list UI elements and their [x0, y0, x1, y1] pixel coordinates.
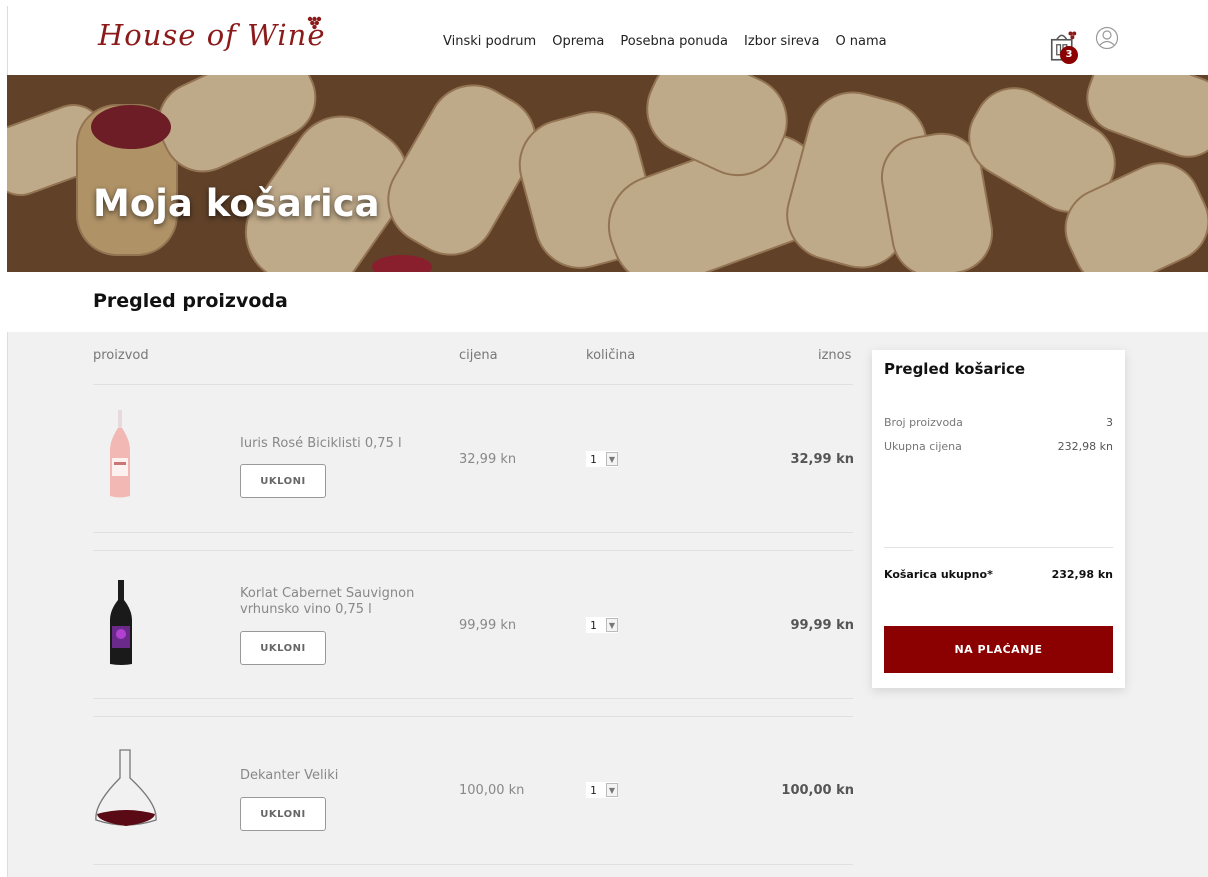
site-header: House of Wine Vinski podrum Oprema Poseb… — [7, 6, 1208, 75]
row-divider — [93, 716, 853, 717]
nav-item-oprema[interactable]: Oprema — [552, 34, 604, 49]
column-header-amount: iznos — [818, 348, 852, 363]
section-title: Pregled proizvoda — [93, 290, 288, 312]
row-divider — [93, 550, 853, 551]
row-divider — [93, 864, 853, 865]
row-divider — [93, 698, 853, 699]
summary-item-count: Broj proizvoda 3 — [884, 416, 1113, 429]
cart-count-badge: 3 — [1060, 46, 1078, 64]
summary-total-price: Ukupna cijena 232,98 kn — [884, 440, 1113, 453]
item-count-label: Broj proizvoda — [884, 416, 963, 429]
row-divider — [93, 384, 853, 385]
page-title: Moja košarica — [93, 182, 380, 225]
grapes-icon — [307, 16, 321, 30]
rose-wine-bottle-image — [110, 410, 130, 498]
product-name[interactable]: Iuris Rosé Biciklisti 0,75 l — [240, 436, 430, 452]
wine-corks-background — [7, 75, 1208, 272]
product-price: 100,00 kn — [459, 783, 525, 798]
chevron-down-icon[interactable]: ▼ — [606, 618, 618, 632]
nav-item-izbor-sireva[interactable]: Izbor sireva — [744, 34, 819, 49]
summary-divider — [884, 547, 1113, 548]
quantity-select[interactable]: 1 ▼ — [586, 782, 618, 798]
remove-button[interactable]: UKLONI — [240, 464, 326, 498]
nav-item-posebna-ponuda[interactable]: Posebna ponuda — [620, 34, 728, 49]
summary-title: Pregled košarice — [884, 360, 1026, 378]
product-name[interactable]: Korlat Cabernet Sauvignon vrhunsko vino … — [240, 586, 430, 618]
product-price: 32,99 kn — [459, 452, 517, 467]
grand-total-label: Košarica ukupno* — [884, 568, 993, 581]
product-name[interactable]: Dekanter Veliki — [240, 768, 430, 784]
site-logo[interactable]: House of Wine — [98, 16, 326, 52]
column-header-price: cijena — [459, 348, 498, 363]
grand-total-value: 232,98 kn — [1051, 568, 1113, 581]
summary-grand-total: Košarica ukupno* 232,98 kn — [884, 568, 1113, 581]
logo-text: House of Wine — [98, 18, 326, 52]
total-price-label: Ukupna cijena — [884, 440, 962, 453]
item-count-value: 3 — [1106, 416, 1113, 429]
remove-button[interactable]: UKLONI — [240, 797, 326, 831]
quantity-value: 1 — [590, 783, 597, 797]
user-account-icon[interactable] — [1095, 26, 1119, 50]
line-amount: 32,99 kn — [790, 452, 854, 467]
quantity-select[interactable]: 1 ▼ — [586, 617, 618, 633]
remove-button[interactable]: UKLONI — [240, 631, 326, 665]
checkout-button[interactable]: NA PLAĆANJE — [884, 626, 1113, 673]
row-divider — [93, 532, 853, 533]
hero-banner: Moja košarica — [7, 75, 1208, 272]
nav-item-o-nama[interactable]: O nama — [835, 34, 886, 49]
total-price-value: 232,98 kn — [1057, 440, 1113, 453]
column-header-quantity: količina — [586, 348, 636, 363]
main-nav: Vinski podrum Oprema Posebna ponuda Izbo… — [443, 34, 887, 49]
quantity-value: 1 — [590, 452, 597, 466]
column-header-product: proizvod — [93, 348, 149, 363]
quantity-value: 1 — [590, 618, 597, 632]
quantity-select[interactable]: 1 ▼ — [586, 451, 618, 467]
line-amount: 100,00 kn — [781, 783, 854, 798]
cart-summary-card: Pregled košarice Broj proizvoda 3 Ukupna… — [872, 350, 1125, 688]
chevron-down-icon[interactable]: ▼ — [606, 452, 618, 466]
nav-item-vinski-podrum[interactable]: Vinski podrum — [443, 34, 536, 49]
line-amount: 99,99 kn — [790, 618, 854, 633]
red-wine-bottle-image — [110, 580, 132, 665]
decanter-image — [95, 749, 157, 826]
chevron-down-icon[interactable]: ▼ — [606, 783, 618, 797]
product-price: 99,99 kn — [459, 618, 517, 633]
